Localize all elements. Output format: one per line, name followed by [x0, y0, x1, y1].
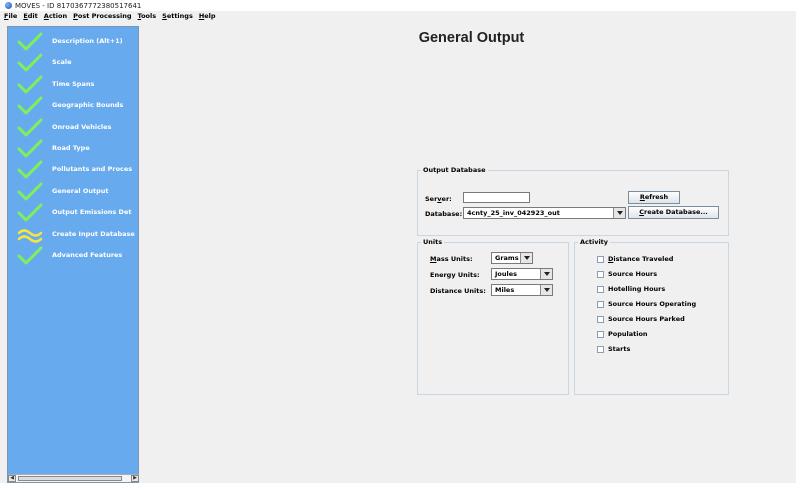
chevron-down-icon[interactable]	[540, 285, 552, 295]
sidebar-item-pollutants-and-proces[interactable]: Pollutants and Proces	[8, 160, 139, 180]
distance-units-label: Distance Units:	[430, 287, 486, 295]
distance-units-value: Miles	[495, 286, 515, 294]
checkbox[interactable]	[597, 270, 604, 278]
mass-units-label: Mass Units:	[430, 255, 473, 263]
scroll-left-arrow-icon[interactable]: ◀	[8, 475, 16, 482]
sidebar-item-geographic-bounds[interactable]: Geographic Bounds	[8, 96, 139, 116]
sidebar-item-label: Create Input Database	[52, 229, 135, 238]
create-database-button[interactable]: Create Database...	[628, 206, 719, 219]
database-dropdown-value: 4cnty_25_inv_042923_out	[467, 209, 560, 217]
mass-units-dropdown[interactable]: Grams	[491, 252, 533, 264]
sidebar-item-label: Pollutants and Proces	[52, 165, 133, 174]
checkmark-icon	[17, 118, 43, 138]
sidebar-item-label: Geographic Bounds	[52, 101, 124, 110]
server-input[interactable]	[463, 192, 530, 203]
approx-wave-icon	[17, 225, 43, 245]
menu-edit[interactable]: Edit	[23, 12, 37, 20]
checkmark-icon	[17, 182, 43, 202]
activity-option-source-hours[interactable]: Source Hours	[597, 269, 657, 279]
menu-action[interactable]: Action	[44, 12, 67, 20]
checkbox-label: Source Hours Parked	[608, 315, 685, 323]
menu-settings[interactable]: Settings	[162, 12, 193, 20]
sidebar-item-scale[interactable]: Scale	[8, 53, 139, 73]
menu-post-processing[interactable]: Post Processing	[73, 12, 131, 20]
sidebar-item-label: Scale	[52, 58, 72, 67]
energy-units-value: Joules	[495, 270, 518, 278]
output-database-group-label: Output Database	[421, 166, 488, 174]
checkbox-label: Distance Traveled	[608, 255, 674, 263]
checkbox[interactable]	[597, 300, 604, 308]
checkmark-icon	[17, 246, 43, 266]
energy-units-label: Energy Units:	[430, 271, 480, 279]
activity-option-source-hours-parked[interactable]: Source Hours Parked	[597, 314, 685, 324]
checkbox[interactable]	[597, 330, 604, 338]
menu-file[interactable]: File	[4, 12, 17, 20]
checkbox[interactable]	[597, 345, 604, 353]
page-title: General Output	[418, 30, 525, 46]
checkbox[interactable]	[597, 285, 604, 293]
title-bar: MOVES - ID 8170367772380517641	[0, 0, 796, 11]
checkmark-icon	[17, 53, 43, 73]
sidebar-item-label: Advanced Features	[52, 251, 123, 259]
checkmark-icon	[17, 32, 43, 52]
checkbox-label: Hotelling Hours	[608, 285, 666, 293]
chevron-down-icon[interactable]	[520, 253, 532, 263]
sidebar-item-label: General Output	[52, 186, 109, 195]
checkbox[interactable]	[597, 315, 604, 323]
sidebar-item-onroad-vehicles[interactable]: Onroad Vehicles	[8, 118, 139, 138]
menu-bar: File Edit Action Post Processing Tools S…	[0, 11, 796, 21]
distance-units-dropdown[interactable]: Miles	[491, 284, 553, 296]
sidebar-item-advanced-features[interactable]: Advanced Features	[8, 246, 139, 266]
moves-globe-icon	[5, 2, 12, 9]
window-title: MOVES - ID 8170367772380517641	[15, 1, 142, 10]
navigation-panel: Description (Alt+1) Scale Time Spans Geogra…	[7, 26, 139, 483]
checkmark-icon	[17, 139, 43, 159]
menu-tools[interactable]: Tools	[138, 12, 157, 20]
sidebar-item-output-emissions-det[interactable]: Output Emissions Det	[8, 203, 139, 223]
checkmark-icon	[17, 160, 43, 180]
chevron-down-icon[interactable]	[613, 208, 625, 218]
server-label: Server:	[425, 195, 452, 203]
checkbox-label: Starts	[608, 345, 631, 353]
checkbox-label: Source Hours	[608, 270, 658, 278]
checkbox[interactable]	[597, 255, 604, 263]
checkbox-label: Population	[608, 330, 648, 338]
refresh-button[interactable]: Refresh	[628, 191, 680, 204]
sidebar-item-label: Output Emissions Det	[52, 208, 132, 217]
database-dropdown[interactable]: 4cnty_25_inv_042923_out	[463, 207, 626, 219]
chevron-down-icon[interactable]	[540, 269, 552, 279]
sidebar-item-label: Time Spans	[52, 79, 95, 88]
mass-units-value: Grams	[495, 254, 519, 262]
sidebar-item-label: Road Type	[52, 144, 90, 152]
sidebar-item-description-alt-1[interactable]: Description (Alt+1)	[8, 32, 139, 52]
sidebar-item-time-spans[interactable]: Time Spans	[8, 75, 139, 95]
sidebar-item-create-input-database[interactable]: Create Input Database	[8, 225, 139, 245]
main-content: General Output Output Database Server: R…	[147, 30, 796, 483]
units-group: Units Mass Units: Grams Energy Units: Jo…	[417, 238, 569, 395]
menu-help[interactable]: Help	[199, 12, 216, 20]
energy-units-dropdown[interactable]: Joules	[491, 268, 553, 280]
checkbox-label: Source Hours Operating	[608, 300, 697, 308]
units-group-label: Units	[421, 238, 445, 246]
activity-option-starts[interactable]: Starts	[597, 344, 630, 354]
activity-option-distance-traveled[interactable]: Distance Traveled	[597, 254, 673, 264]
sidebar-item-label: Description (Alt+1)	[52, 37, 123, 45]
checkmark-icon	[17, 203, 43, 223]
output-database-group: Output Database Server: Refresh Database…	[417, 166, 729, 236]
scrollbar-thumb[interactable]	[18, 476, 122, 481]
database-label: Database:	[425, 210, 463, 218]
sidebar-item-general-output[interactable]: General Output	[8, 182, 139, 202]
activity-option-source-hours-operating[interactable]: Source Hours Operating	[597, 299, 696, 309]
activity-option-hotelling-hours[interactable]: Hotelling Hours	[597, 284, 665, 294]
scroll-right-arrow-icon[interactable]: ▶	[131, 475, 139, 482]
checkmark-icon	[17, 96, 43, 116]
sidebar-item-road-type[interactable]: Road Type	[8, 139, 139, 159]
horizontal-scrollbar[interactable]: ◀ ▶	[8, 474, 139, 482]
checkmark-icon	[17, 75, 43, 95]
sidebar-item-label: Onroad Vehicles	[52, 122, 112, 131]
activity-group-label: Activity	[578, 238, 611, 246]
activity-option-population[interactable]: Population	[597, 329, 648, 339]
activity-group: Activity Distance Traveled Source Hours Ho…	[574, 238, 729, 395]
